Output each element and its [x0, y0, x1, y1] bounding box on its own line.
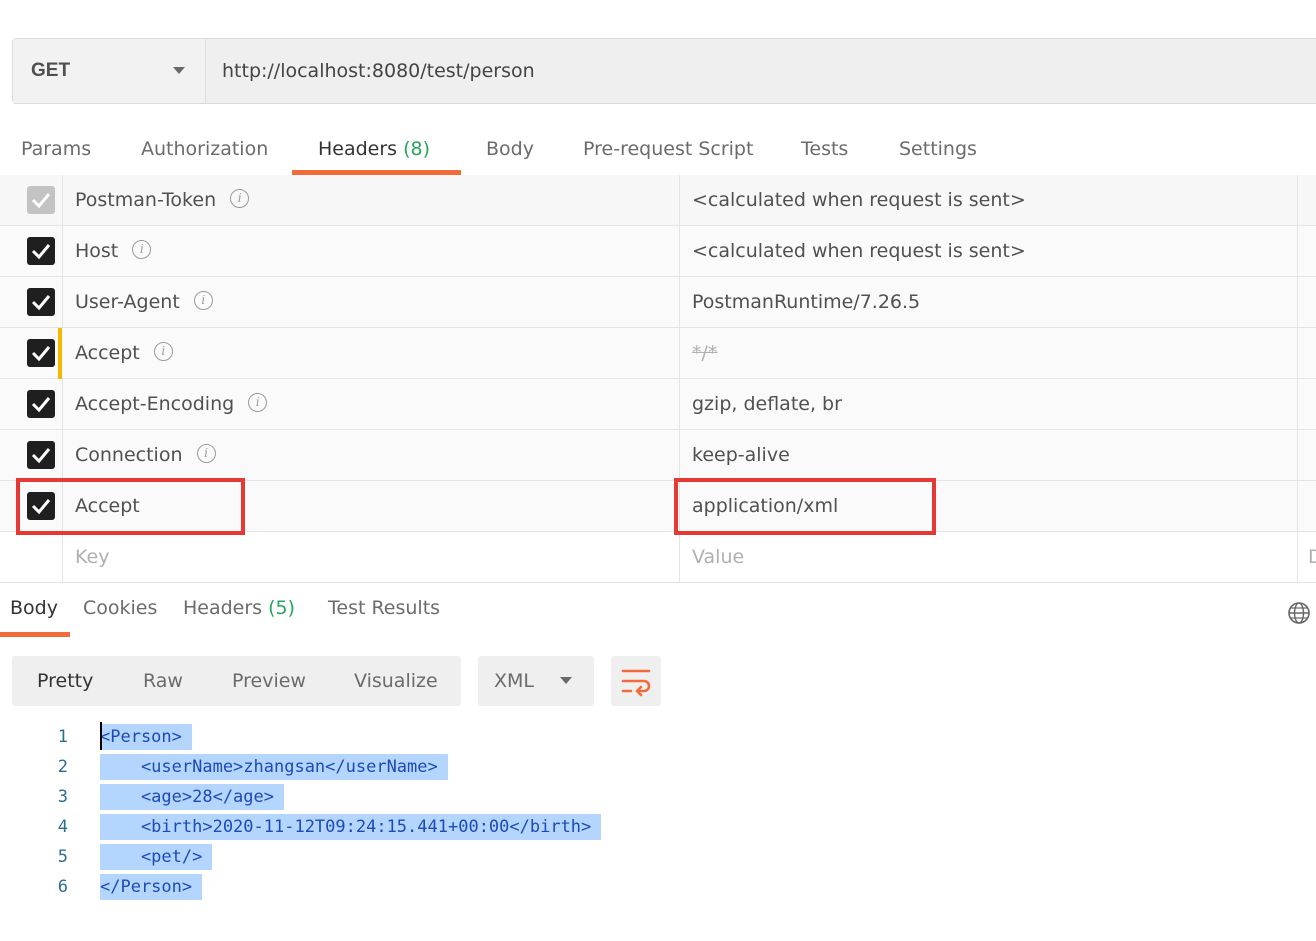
line-number: 5	[57, 847, 68, 867]
header-value[interactable]: keep-alive	[692, 430, 790, 481]
code-line: 1 <Person>	[0, 722, 1316, 752]
view-raw-button[interactable]: Raw	[143, 656, 183, 706]
code-text: <userName>zhangsan</userName>	[100, 754, 448, 780]
header-value[interactable]: PostmanRuntime/7.26.5	[692, 277, 920, 328]
tab-tests[interactable]: Tests	[801, 128, 848, 176]
info-icon: i	[230, 189, 250, 208]
line-number: 3	[57, 787, 68, 807]
header-checkbox[interactable]	[27, 186, 55, 214]
view-preview-button[interactable]: Preview	[232, 656, 306, 706]
tab-test-results[interactable]: Test Results	[328, 597, 440, 631]
chevron-down-icon	[560, 677, 572, 684]
url-bar: GET	[12, 38, 1316, 104]
header-value[interactable]: gzip, deflate, br	[692, 379, 842, 430]
globe-icon[interactable]	[1287, 601, 1311, 625]
tab-headers[interactable]: Headers (8)	[318, 128, 430, 176]
code-text: <age>28</age>	[100, 784, 284, 810]
table-row: Postman-Token i <calculated when request …	[0, 175, 1316, 226]
table-row: Accept i */*	[0, 328, 1316, 379]
header-key[interactable]: Host i	[75, 226, 152, 277]
info-icon: i	[132, 240, 152, 259]
header-checkbox[interactable]	[27, 237, 55, 265]
text-cursor	[100, 722, 102, 750]
line-number: 4	[57, 817, 68, 837]
header-key[interactable]: Accept-Encoding i	[75, 379, 268, 430]
highlight-box-key	[16, 478, 245, 535]
code-text: <Person>	[100, 724, 192, 750]
code-line: 6 </Person>	[0, 872, 1316, 902]
tab-params[interactable]: Params	[21, 128, 91, 176]
header-checkbox[interactable]	[27, 288, 55, 316]
code-line: 5 <pet/>	[0, 842, 1316, 872]
code-text: </Person>	[100, 874, 203, 900]
tab-settings[interactable]: Settings	[899, 128, 977, 176]
table-row: User-Agent i PostmanRuntime/7.26.5	[0, 277, 1316, 328]
header-key[interactable]: Accept i	[75, 328, 173, 379]
tab-response-headers[interactable]: Headers (5)	[183, 597, 295, 631]
view-visualize-button[interactable]: Visualize	[354, 656, 438, 706]
wrap-icon	[621, 669, 651, 697]
request-tabs: Params Authorization Headers (8) Body Pr…	[0, 128, 1316, 176]
info-icon: i	[248, 393, 268, 412]
tab-authorization[interactable]: Authorization	[141, 128, 268, 176]
line-number: 2	[57, 757, 68, 777]
wrap-lines-button[interactable]	[611, 656, 661, 706]
method-select[interactable]: GET	[13, 39, 206, 103]
chevron-down-icon	[173, 67, 185, 74]
info-icon: i	[193, 291, 213, 310]
method-label: GET	[31, 60, 71, 81]
tab-response-body[interactable]: Body	[10, 597, 58, 631]
header-key[interactable]: Connection i	[75, 430, 216, 481]
header-checkbox[interactable]	[27, 390, 55, 418]
tab-body[interactable]: Body	[486, 128, 534, 176]
line-number: 1	[57, 727, 68, 747]
active-response-tab-indicator	[0, 632, 70, 637]
format-select[interactable]: XML	[478, 656, 594, 706]
line-number: 6	[57, 877, 68, 897]
info-icon: i	[196, 444, 216, 463]
description-input[interactable]: D	[1308, 532, 1316, 583]
value-input[interactable]: Value	[692, 532, 744, 583]
code-line: 4 <birth>2020-11-12T09:24:15.441+00:00</…	[0, 812, 1316, 842]
tab-pre-request-script[interactable]: Pre-request Script	[583, 128, 753, 176]
header-value[interactable]: <calculated when request is sent>	[692, 175, 1026, 226]
override-indicator	[58, 328, 62, 379]
header-value[interactable]: <calculated when request is sent>	[692, 226, 1026, 277]
format-label: XML	[494, 670, 534, 692]
highlight-box-value	[674, 478, 936, 535]
view-pretty-button[interactable]: Pretty	[37, 656, 93, 706]
key-input[interactable]: Key	[75, 532, 109, 583]
header-key[interactable]: User-Agent i	[75, 277, 213, 328]
table-row: Connection i keep-alive	[0, 430, 1316, 481]
tab-response-cookies[interactable]: Cookies	[83, 597, 157, 631]
headers-count: (8)	[403, 138, 431, 160]
new-header-row: Key Value D	[0, 532, 1316, 583]
table-row: Host i <calculated when request is sent>	[0, 226, 1316, 277]
header-checkbox[interactable]	[27, 441, 55, 469]
view-mode-bar: Pretty Raw Preview Visualize	[12, 656, 461, 706]
code-line: 3 <age>28</age>	[0, 782, 1316, 812]
url-input[interactable]	[207, 39, 1316, 103]
code-line: 2 <userName>zhangsan</userName>	[0, 752, 1316, 782]
table-row: Accept-Encoding i gzip, deflate, br	[0, 379, 1316, 430]
response-headers-count: (5)	[268, 597, 296, 619]
header-value[interactable]: */*	[692, 328, 717, 379]
code-text: <pet/>	[100, 844, 213, 870]
header-key[interactable]: Postman-Token i	[75, 175, 250, 226]
header-checkbox[interactable]	[27, 339, 55, 367]
info-icon: i	[153, 342, 173, 361]
code-text: <birth>2020-11-12T09:24:15.441+00:00</bi…	[100, 814, 602, 840]
